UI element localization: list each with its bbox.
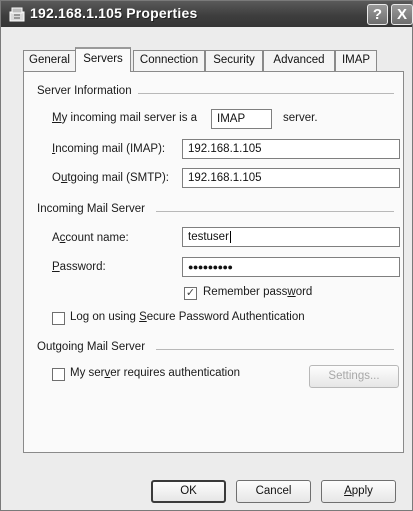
server-suffix-label: server. [283, 112, 318, 124]
label-text: pply [351, 485, 373, 497]
ok-button[interactable]: OK [151, 480, 226, 503]
requires-authentication-label: My server requires authentication [70, 367, 240, 379]
server-information-group-label: Server Information [37, 85, 132, 97]
properties-dialog: 192.168.1.105 Properties ? X General Ser… [0, 0, 413, 511]
tab-general[interactable]: General [23, 50, 76, 71]
group-divider [156, 349, 394, 350]
label-text: O [52, 172, 61, 184]
text-cursor [229, 231, 231, 243]
tab-label: IMAP [341, 54, 371, 66]
label-text: Remember pass [203, 286, 288, 298]
close-button[interactable]: X [391, 4, 413, 25]
account-name-input[interactable]: testuser [182, 227, 400, 247]
tab-servers[interactable]: Servers [75, 47, 131, 72]
remember-password-checkbox[interactable]: ✓ [184, 287, 197, 300]
requires-authentication-checkbox[interactable] [52, 368, 65, 381]
apply-button[interactable]: Apply [321, 480, 396, 503]
title-bar[interactable]: 192.168.1.105 Properties ? X [1, 1, 413, 27]
cancel-button[interactable]: Cancel [236, 480, 311, 503]
label-text: Log on using [70, 311, 140, 323]
label-text: ncoming mail (IMAP): [55, 143, 166, 155]
label-text: ecure Password Authentication [146, 311, 305, 323]
tab-label: Security [213, 54, 255, 66]
password-label: Password: [52, 261, 106, 273]
tab-imap[interactable]: IMAP [335, 50, 377, 71]
label-text: er requires authentication [110, 367, 241, 379]
mnemonic: A [344, 485, 352, 497]
mnemonic: P [52, 261, 60, 273]
outgoing-mail-label: Outgoing mail (SMTP): [52, 172, 169, 184]
mnemonic: w [287, 286, 296, 298]
secure-password-auth-label: Log on using Secure Password Authenticat… [70, 311, 305, 323]
tab-label: General [29, 54, 70, 66]
incoming-type-label: My incoming mail server is a [52, 112, 197, 124]
remember-password-label: Remember password [203, 286, 312, 298]
tab-label: Servers [83, 53, 123, 65]
account-name-value: testuser [188, 231, 229, 243]
mnemonic: S [139, 311, 147, 323]
group-divider [138, 93, 394, 94]
label-text: y incoming mail server is a [61, 112, 198, 124]
incoming-mail-label: Incoming mail (IMAP): [52, 143, 165, 155]
help-button[interactable]: ? [367, 4, 388, 25]
tab-label: Advanced [273, 54, 325, 66]
label-text: My ser [70, 367, 105, 379]
label-text: tgoing mail (SMTP): [67, 172, 169, 184]
secure-password-auth-checkbox[interactable] [52, 312, 65, 325]
mnemonic: M [52, 112, 62, 124]
tab-label: Connection [139, 54, 199, 66]
label-text: count name: [65, 232, 129, 244]
tab-security[interactable]: Security [205, 50, 263, 71]
tab-advanced[interactable]: Advanced [263, 50, 335, 71]
account-name-label: Account name: [52, 232, 129, 244]
outgoing-mail-server-input[interactable]: 192.168.1.105 [182, 168, 400, 188]
outgoing-mail-server-group-label: Outgoing Mail Server [37, 341, 146, 353]
label-text: ord [295, 286, 313, 298]
incoming-mail-server-group-label: Incoming Mail Server [37, 203, 146, 215]
settings-button[interactable]: Settings... [309, 365, 399, 388]
group-divider [156, 211, 394, 212]
window-title: 192.168.1.105 Properties [30, 5, 198, 21]
label-text: A [52, 232, 60, 244]
incoming-server-type-field: IMAP [211, 109, 272, 129]
servers-tab-panel: Server Information My incoming mail serv… [23, 71, 404, 453]
mail-account-icon [9, 7, 25, 22]
tab-connection[interactable]: Connection [133, 50, 205, 71]
label-text: assword: [59, 261, 106, 273]
password-input[interactable]: ●●●●●●●●● [182, 257, 400, 277]
incoming-mail-server-input[interactable]: 192.168.1.105 [182, 139, 400, 159]
